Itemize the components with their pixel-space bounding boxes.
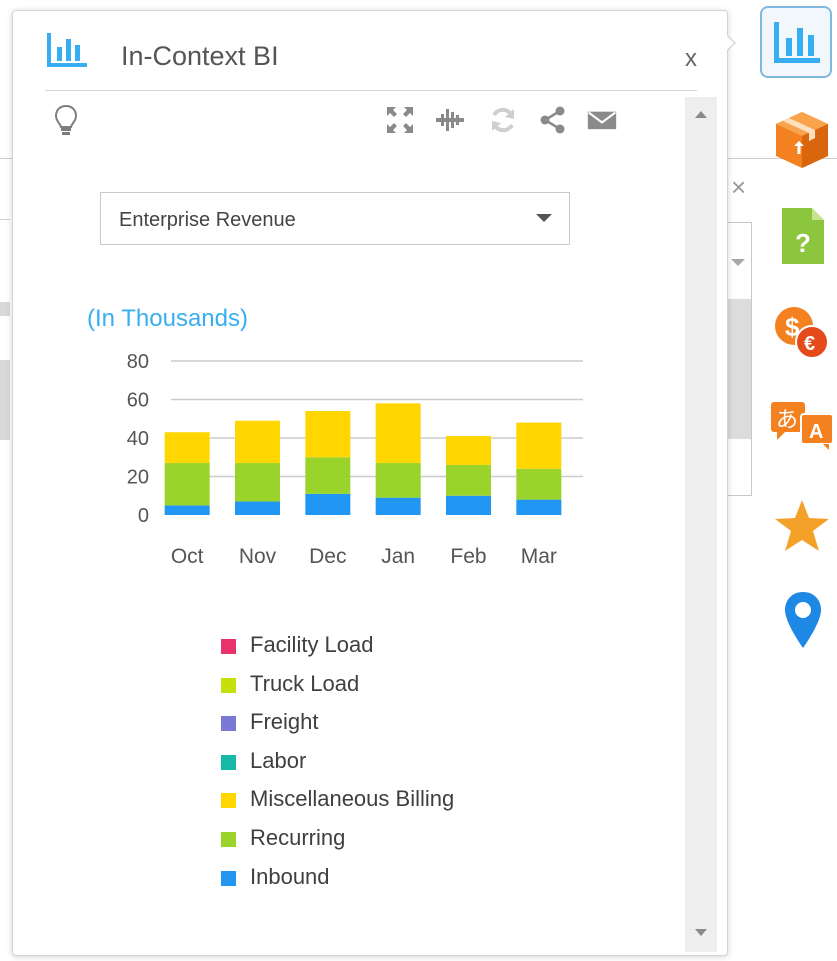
x-tick-label: Feb	[450, 545, 486, 568]
bar-segment	[305, 457, 351, 494]
stacked-bar-chart: 0 20 40 60 80 Oct Nov Dec Jan Feb Mar	[127, 351, 583, 568]
legend-label: Inbound	[250, 863, 330, 889]
email-icon[interactable]	[587, 105, 617, 135]
background-band	[725, 299, 751, 439]
legend-swatch	[221, 793, 236, 809]
panel-scrollbar[interactable]	[685, 97, 717, 952]
svg-text:€: €	[804, 333, 815, 355]
units-label: (In Thousands)	[87, 305, 248, 332]
popover-pointer-fill	[724, 33, 734, 53]
bar-segment	[516, 468, 562, 500]
y-tick-label: 20	[127, 467, 149, 489]
bar-segment	[164, 463, 210, 506]
bar-segment	[235, 501, 280, 515]
background-panel	[0, 360, 10, 440]
y-tick-label: 40	[127, 428, 149, 450]
svg-text:あ: あ	[776, 408, 798, 433]
x-tick-label: Jan	[381, 545, 415, 568]
y-tick-label: 60	[127, 390, 149, 412]
currency-exchange-icon[interactable]: $ €	[772, 304, 832, 362]
bar-segment	[164, 505, 210, 515]
bar-segment	[375, 403, 421, 464]
bar-segment	[446, 495, 491, 515]
chevron-down-icon	[731, 259, 745, 266]
bar-segment	[235, 420, 280, 464]
legend-swatch	[221, 754, 236, 770]
legend-swatch	[221, 716, 236, 732]
scroll-down-arrow[interactable]	[695, 929, 707, 936]
bar-chart-icon	[47, 33, 87, 67]
bar-segment	[446, 464, 491, 496]
in-context-bi-panel: In-Context BI x Enterprise Revenue (In T…	[12, 10, 728, 956]
y-tick-label: 80	[127, 351, 149, 373]
background-divider	[0, 219, 10, 220]
help-document-icon[interactable]: ?	[780, 206, 826, 266]
package-icon[interactable]	[772, 108, 832, 172]
background-panel	[0, 302, 10, 316]
y-tick-label: 0	[138, 505, 149, 527]
report-select-value: Enterprise Revenue	[119, 209, 296, 231]
dock-bi-button[interactable]	[760, 6, 832, 78]
bar-segment	[516, 499, 562, 515]
bar-segment	[375, 497, 421, 515]
background-close-icon[interactable]: ×	[731, 174, 753, 200]
legend-label: Facility Load	[250, 632, 374, 657]
bar-segment	[235, 463, 280, 502]
translate-icon[interactable]: あ A	[769, 400, 835, 452]
legend-swatch	[221, 870, 236, 886]
expand-icon[interactable]	[385, 105, 415, 135]
lightbulb-icon[interactable]	[53, 103, 79, 139]
location-pin-icon[interactable]	[782, 590, 824, 650]
bar-segment	[305, 411, 351, 458]
bar-segment	[375, 463, 421, 498]
legend-label: Freight	[250, 709, 319, 735]
svg-text:?: ?	[795, 228, 811, 258]
refresh-icon[interactable]	[488, 105, 518, 135]
legend-label: Miscellaneous Billing	[250, 786, 455, 812]
header-divider	[45, 90, 697, 91]
x-tick-label: Oct	[171, 545, 204, 568]
bar-segment	[516, 422, 562, 469]
panel-title: In-Context BI	[121, 41, 279, 71]
background-dropdown[interactable]	[725, 222, 752, 496]
legend-label: Recurring	[250, 824, 346, 850]
x-tick-label: Dec	[309, 545, 346, 568]
close-button[interactable]: x	[685, 45, 697, 73]
x-tick-label: Mar	[521, 545, 557, 568]
bar-chart-icon	[774, 22, 820, 63]
legend-label: Labor	[250, 747, 307, 773]
legend-swatch	[221, 677, 236, 693]
bar-segment	[446, 436, 491, 465]
star-icon[interactable]	[772, 498, 832, 554]
scroll-up-arrow[interactable]	[695, 111, 707, 118]
report-select[interactable]: Enterprise Revenue	[100, 192, 570, 245]
bar-segment	[164, 432, 210, 464]
legend-swatch	[221, 639, 236, 654]
x-tick-label: Nov	[239, 545, 277, 568]
legend-label: Truck Load	[250, 670, 360, 696]
share-icon[interactable]	[538, 105, 568, 135]
bar-segment	[305, 493, 351, 515]
waveform-icon[interactable]	[435, 105, 465, 135]
svg-text:A: A	[809, 421, 823, 443]
legend-swatch	[221, 831, 236, 847]
chevron-down-icon	[536, 214, 552, 222]
